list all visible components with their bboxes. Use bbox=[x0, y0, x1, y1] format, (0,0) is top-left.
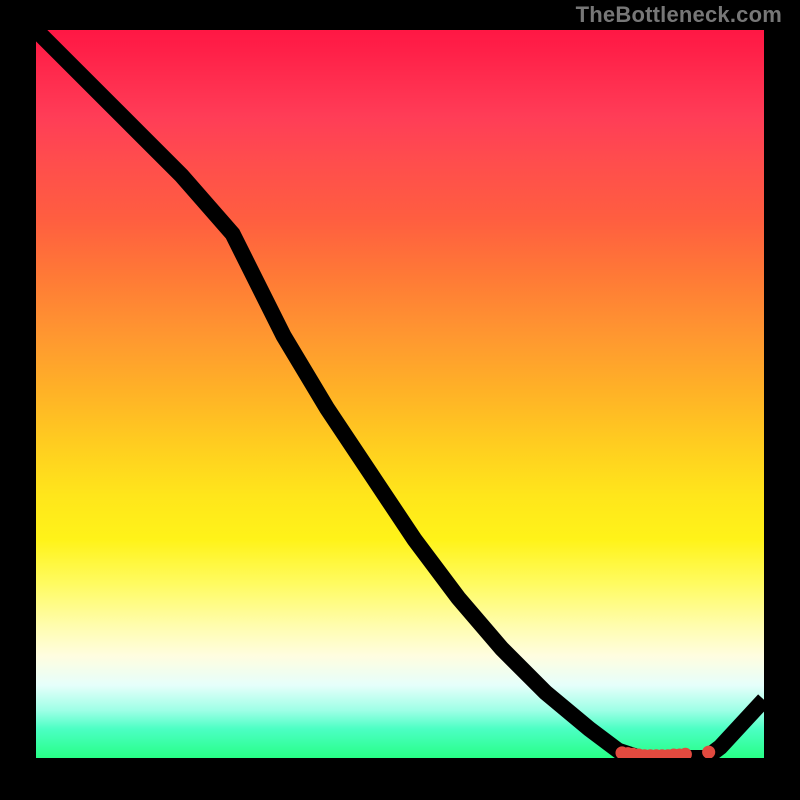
watermark-text: TheBottleneck.com bbox=[576, 2, 782, 28]
line-plot bbox=[36, 30, 764, 758]
chart-frame: TheBottleneck.com bbox=[0, 0, 800, 800]
bottleneck-curve bbox=[36, 30, 764, 758]
plot-area bbox=[36, 30, 764, 758]
